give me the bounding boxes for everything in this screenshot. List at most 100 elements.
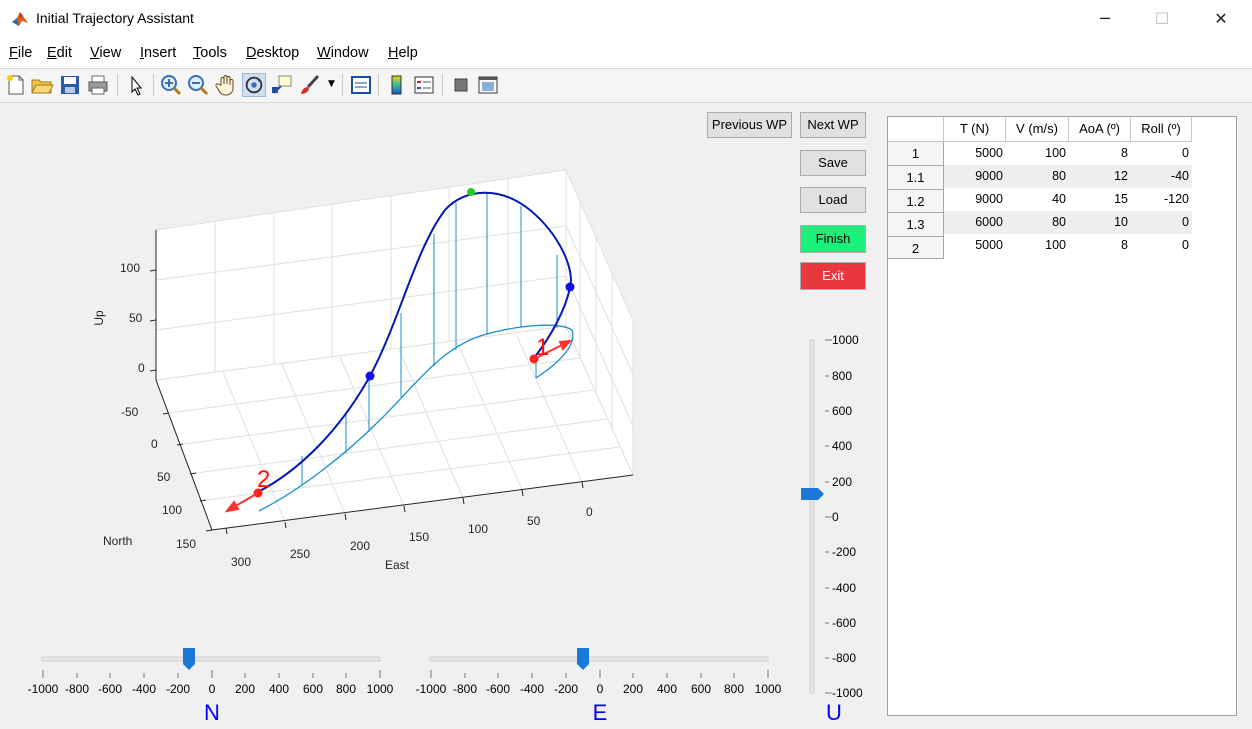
- table-cell[interactable]: 80: [1006, 211, 1069, 234]
- row-header[interactable]: 1.3: [888, 213, 944, 237]
- svg-text:-200: -200: [554, 682, 578, 696]
- svg-text:-600: -600: [98, 682, 122, 696]
- svg-text:600: 600: [303, 682, 323, 696]
- svg-text:200: 200: [832, 475, 852, 489]
- table-cell[interactable]: 8: [1069, 234, 1131, 257]
- svg-text:1000: 1000: [832, 333, 859, 347]
- east-tick: 150: [409, 530, 429, 544]
- table-cell[interactable]: 5000: [944, 234, 1006, 257]
- column-header[interactable]: Roll (º): [1131, 117, 1192, 142]
- table-cell[interactable]: 40: [1006, 188, 1069, 211]
- load-button[interactable]: Load: [800, 187, 866, 213]
- north-tick: -50: [121, 405, 139, 419]
- up-slider-thumb[interactable]: [801, 488, 824, 500]
- svg-text:800: 800: [724, 682, 744, 696]
- waypoint-label: 1: [536, 334, 549, 361]
- svg-text:-800: -800: [65, 682, 89, 696]
- apex-point[interactable]: [467, 188, 475, 196]
- up-slider-label: U: [826, 700, 842, 725]
- east-tick: 0: [586, 505, 593, 519]
- north-tick: 50: [157, 470, 171, 484]
- up-tick: 0: [138, 361, 145, 375]
- east-tick: 50: [527, 514, 541, 528]
- minimize-button[interactable]: ─: [1076, 0, 1134, 38]
- svg-text:0: 0: [209, 682, 216, 696]
- row-header[interactable]: 1: [888, 142, 944, 166]
- up-tick: 100: [120, 261, 140, 275]
- svg-text:0: 0: [832, 510, 839, 524]
- north-tick: 100: [162, 503, 182, 517]
- svg-text:-800: -800: [453, 682, 477, 696]
- save-button[interactable]: Save: [800, 150, 866, 176]
- svg-text:-200: -200: [166, 682, 190, 696]
- north-tick: 0: [151, 437, 158, 451]
- svg-text:-400: -400: [520, 682, 544, 696]
- east-tick: 300: [231, 555, 251, 569]
- svg-text:800: 800: [336, 682, 356, 696]
- row-header[interactable]: 1.1: [888, 166, 944, 190]
- column-header[interactable]: AoA (º): [1069, 117, 1131, 142]
- table-cell[interactable]: 80: [1006, 165, 1069, 188]
- north-slider-thumb[interactable]: [183, 648, 195, 670]
- table-cell[interactable]: 0: [1131, 211, 1192, 234]
- svg-text:-1000: -1000: [28, 682, 59, 696]
- next-wp-button[interactable]: Next WP: [800, 112, 866, 138]
- table-cell[interactable]: 12: [1069, 165, 1131, 188]
- table-cell[interactable]: 5000: [944, 142, 1006, 165]
- table-cell[interactable]: -120: [1131, 188, 1192, 211]
- maximize-button[interactable]: ☐: [1133, 0, 1191, 38]
- svg-text:-200: -200: [832, 545, 856, 559]
- east-slider-label: E: [593, 700, 608, 725]
- table-cell[interactable]: 100: [1006, 234, 1069, 257]
- waypoint-label: 2: [257, 466, 270, 493]
- east-slider[interactable]: -1000 -800 -600 -400 -200 0 200 400 600 800 1000: [416, 648, 782, 696]
- svg-text:-600: -600: [486, 682, 510, 696]
- finish-button[interactable]: Finish: [800, 225, 866, 253]
- plot-canvas: 100 50 0 -50 0 50 100 150 300 250 200 15…: [28, 169, 863, 725]
- table-cell[interactable]: 100: [1006, 142, 1069, 165]
- north-tick: 150: [176, 537, 196, 551]
- svg-text:-800: -800: [832, 651, 856, 665]
- table-cell[interactable]: 10: [1069, 211, 1131, 234]
- table-cell[interactable]: 9000: [944, 165, 1006, 188]
- svg-text:200: 200: [623, 682, 643, 696]
- waypoint-table[interactable]: T (N) V (m/s) AoA (º) Roll (º) 1 5000 10…: [887, 116, 1237, 716]
- svg-text:400: 400: [832, 439, 852, 453]
- table-corner: [888, 117, 944, 142]
- svg-text:-400: -400: [832, 581, 856, 595]
- svg-text:-600: -600: [832, 616, 856, 630]
- east-slider-thumb[interactable]: [577, 648, 589, 670]
- table-cell[interactable]: 0: [1131, 234, 1192, 257]
- table-cell[interactable]: 6000: [944, 211, 1006, 234]
- svg-text:-1000: -1000: [416, 682, 447, 696]
- svg-text:600: 600: [832, 404, 852, 418]
- table-cell[interactable]: 8: [1069, 142, 1131, 165]
- east-tick: 100: [468, 522, 488, 536]
- east-tick: 250: [290, 547, 310, 561]
- previous-wp-button[interactable]: Previous WP: [707, 112, 792, 138]
- axes-3d[interactable]: 100 50 0 -50 0 50 100 150 300 250 200 15…: [92, 169, 634, 572]
- close-button[interactable]: ✕: [1192, 0, 1250, 38]
- column-header[interactable]: T (N): [944, 117, 1006, 142]
- column-header[interactable]: V (m/s): [1006, 117, 1069, 142]
- table-cell[interactable]: 9000: [944, 188, 1006, 211]
- svg-text:0: 0: [597, 682, 604, 696]
- table-cell[interactable]: 0: [1131, 142, 1192, 165]
- exit-button[interactable]: Exit: [800, 262, 866, 290]
- up-slider[interactable]: 1000 800 600 400 200 0 -200 -400 -600 -800 -1000: [801, 333, 863, 700]
- intermediate-waypoint[interactable]: [565, 282, 575, 292]
- east-tick: 200: [350, 539, 370, 553]
- east-axis-label: East: [385, 558, 410, 572]
- table-cell[interactable]: 15: [1069, 188, 1131, 211]
- row-header[interactable]: 2: [888, 237, 944, 259]
- svg-text:-1000: -1000: [832, 686, 863, 700]
- table-cell[interactable]: -40: [1131, 165, 1192, 188]
- svg-text:400: 400: [657, 682, 677, 696]
- row-header[interactable]: 1.2: [888, 190, 944, 213]
- svg-text:400: 400: [269, 682, 289, 696]
- north-slider[interactable]: -1000 -800 -600 -400 -200 0 200 400 600 800 1000: [28, 648, 394, 696]
- intermediate-waypoint[interactable]: [365, 371, 375, 381]
- svg-text:1000: 1000: [755, 682, 782, 696]
- up-axis-label: Up: [92, 310, 106, 326]
- svg-text:-400: -400: [132, 682, 156, 696]
